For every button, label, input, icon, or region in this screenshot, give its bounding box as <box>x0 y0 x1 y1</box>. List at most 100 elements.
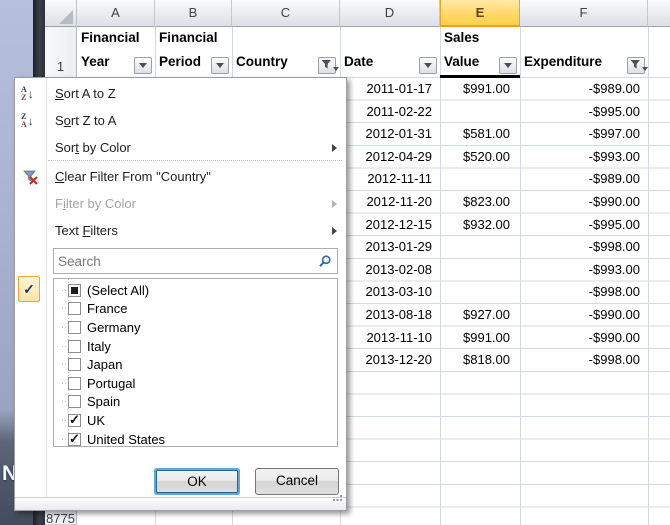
filter-button-expenditure[interactable] <box>627 57 645 74</box>
cell-sales-value[interactable]: $991.00 <box>440 327 520 350</box>
column-header-d[interactable]: D <box>340 0 440 27</box>
cell-date[interactable]: 2013-11-10 <box>340 327 440 350</box>
cell-expenditure[interactable]: -$995.00 <box>520 214 648 237</box>
cell-expenditure[interactable]: -$997.00 <box>520 123 648 146</box>
header-cell-financial-period[interactable]: Financial Period <box>155 27 232 78</box>
cell-expenditure[interactable]: -$998.00 <box>520 236 648 259</box>
cell-date[interactable]: 2012-01-31 <box>340 123 440 146</box>
cell-sales-value[interactable]: $823.00 <box>440 191 520 214</box>
search-box <box>53 248 338 274</box>
filter-value-label: Italy <box>87 339 111 354</box>
cell-date[interactable]: 2011-02-22 <box>340 101 440 124</box>
column-header-e-selected[interactable]: E <box>440 0 520 27</box>
filter-value-spain[interactable]: Spain <box>54 393 337 412</box>
menu-item-clear-filter[interactable]: Clear Filter From "Country" <box>16 163 345 190</box>
menu-separator <box>48 160 342 161</box>
checkbox-icon[interactable] <box>68 321 81 334</box>
search-input[interactable] <box>54 250 318 272</box>
filter-value-united-states[interactable]: United States <box>54 430 337 447</box>
cell-sales-value[interactable] <box>440 281 520 304</box>
checkbox-icon[interactable] <box>68 302 81 315</box>
cell-date[interactable]: 2013-01-29 <box>340 236 440 259</box>
cell-sales-value[interactable] <box>440 236 520 259</box>
filter-button-country[interactable] <box>318 57 336 74</box>
filter-button-sales-value[interactable] <box>499 57 517 74</box>
chevron-down-icon <box>333 67 339 71</box>
sheet-row: 2012-04-29$520.00-$993.00 <box>340 146 648 169</box>
filter-value-label: (Select All) <box>87 283 149 298</box>
checkbox-icon[interactable] <box>68 377 81 390</box>
header-cell-expenditure[interactable]: Expenditure <box>520 27 648 78</box>
row-header-1[interactable]: 1 <box>45 27 77 78</box>
cell-expenditure[interactable]: -$990.00 <box>520 191 648 214</box>
cell-sales-value[interactable] <box>440 259 520 282</box>
cell-sales-value[interactable] <box>440 101 520 124</box>
cancel-button[interactable]: Cancel <box>255 468 339 495</box>
cell-sales-value[interactable]: $581.00 <box>440 123 520 146</box>
clear-filter-icon <box>22 169 38 185</box>
cell-sales-value[interactable]: $520.00 <box>440 146 520 169</box>
header-cell-financial-year[interactable]: Financial Year <box>77 27 155 78</box>
cell-expenditure[interactable]: -$998.00 <box>520 349 648 372</box>
cell-date[interactable]: 2013-08-18 <box>340 304 440 327</box>
column-header-c[interactable]: C <box>232 0 340 27</box>
checkbox-icon[interactable] <box>68 340 81 353</box>
cell-date[interactable]: 2013-12-20 <box>340 349 440 372</box>
cell-date[interactable]: 2012-12-15 <box>340 214 440 237</box>
cell-date[interactable]: 2011-01-17 <box>340 78 440 101</box>
cell-sales-value[interactable]: $818.00 <box>440 349 520 372</box>
row-header-8775[interactable]: 8775 <box>45 511 77 525</box>
filter-button-financial-year[interactable] <box>134 57 152 74</box>
column-header-f[interactable]: F <box>520 0 648 27</box>
checkbox-icon[interactable] <box>68 414 81 427</box>
checkbox-icon[interactable] <box>68 358 81 371</box>
cell-expenditure[interactable]: -$995.00 <box>520 101 648 124</box>
header-cell-sales-value[interactable]: Sales Value <box>440 27 520 78</box>
column-header-a[interactable]: A <box>77 0 155 27</box>
sheet-row: 2011-02-22 -$995.00 <box>340 101 648 124</box>
cell-date[interactable]: 2012-11-20 <box>340 191 440 214</box>
filter-value--select-all-[interactable]: (Select All) <box>54 281 337 300</box>
filter-value-germany[interactable]: Germany <box>54 318 337 337</box>
cell-date[interactable]: 2012-04-29 <box>340 146 440 169</box>
menu-item-sort-by-color[interactable]: Sort by Color <box>16 134 345 161</box>
menu-item-text-filters[interactable]: Text Filters <box>16 217 345 244</box>
cell-expenditure[interactable]: -$998.00 <box>520 281 648 304</box>
menu-resize-strip[interactable] <box>15 497 346 510</box>
cell-date[interactable]: 2012-11-11 <box>340 168 440 191</box>
filter-value-portugal[interactable]: Portugal <box>54 374 337 393</box>
cell-expenditure[interactable]: -$993.00 <box>520 259 648 282</box>
filter-value-italy[interactable]: Italy <box>54 337 337 356</box>
cell-date[interactable]: 2013-02-08 <box>340 259 440 282</box>
column-header-b[interactable]: B <box>155 0 232 27</box>
ok-button[interactable]: OK <box>154 468 240 495</box>
resize-grip-icon <box>333 499 342 508</box>
filter-button-financial-period[interactable] <box>211 57 229 74</box>
cell-expenditure[interactable]: -$990.00 <box>520 304 648 327</box>
filter-button-date[interactable] <box>419 57 437 74</box>
cell-sales-value[interactable]: $927.00 <box>440 304 520 327</box>
filter-value-uk[interactable]: UK <box>54 411 337 430</box>
cell-expenditure[interactable]: -$993.00 <box>520 146 648 169</box>
cell-expenditure[interactable]: -$990.00 <box>520 327 648 350</box>
checkbox-icon[interactable] <box>68 395 81 408</box>
cell-expenditure[interactable]: -$989.00 <box>520 78 648 101</box>
chevron-down-icon <box>139 63 147 68</box>
menu-item-sort-z-to-a[interactable]: ZA↓ Sort Z to A <box>16 107 345 134</box>
selection-check-button[interactable]: ✓ <box>18 276 40 302</box>
menu-item-sort-a-to-z[interactable]: AZ↓ Sort A to Z <box>16 80 345 107</box>
select-all-corner[interactable] <box>45 0 77 27</box>
cell-date[interactable]: 2013-03-10 <box>340 281 440 304</box>
cell-sales-value[interactable]: $932.00 <box>440 214 520 237</box>
sheet-row: 2012-01-31$581.00-$997.00 <box>340 123 648 146</box>
filter-value-japan[interactable]: Japan <box>54 355 337 374</box>
header-cell-date[interactable]: Date <box>340 27 440 78</box>
filter-value-france[interactable]: France <box>54 300 337 319</box>
search-icon[interactable] <box>318 254 332 268</box>
checkbox-icon[interactable] <box>68 284 81 297</box>
header-cell-country[interactable]: Country <box>232 27 340 78</box>
checkbox-icon[interactable] <box>68 433 81 446</box>
cell-expenditure[interactable]: -$989.00 <box>520 168 648 191</box>
cell-sales-value[interactable] <box>440 168 520 191</box>
cell-sales-value[interactable]: $991.00 <box>440 78 520 101</box>
